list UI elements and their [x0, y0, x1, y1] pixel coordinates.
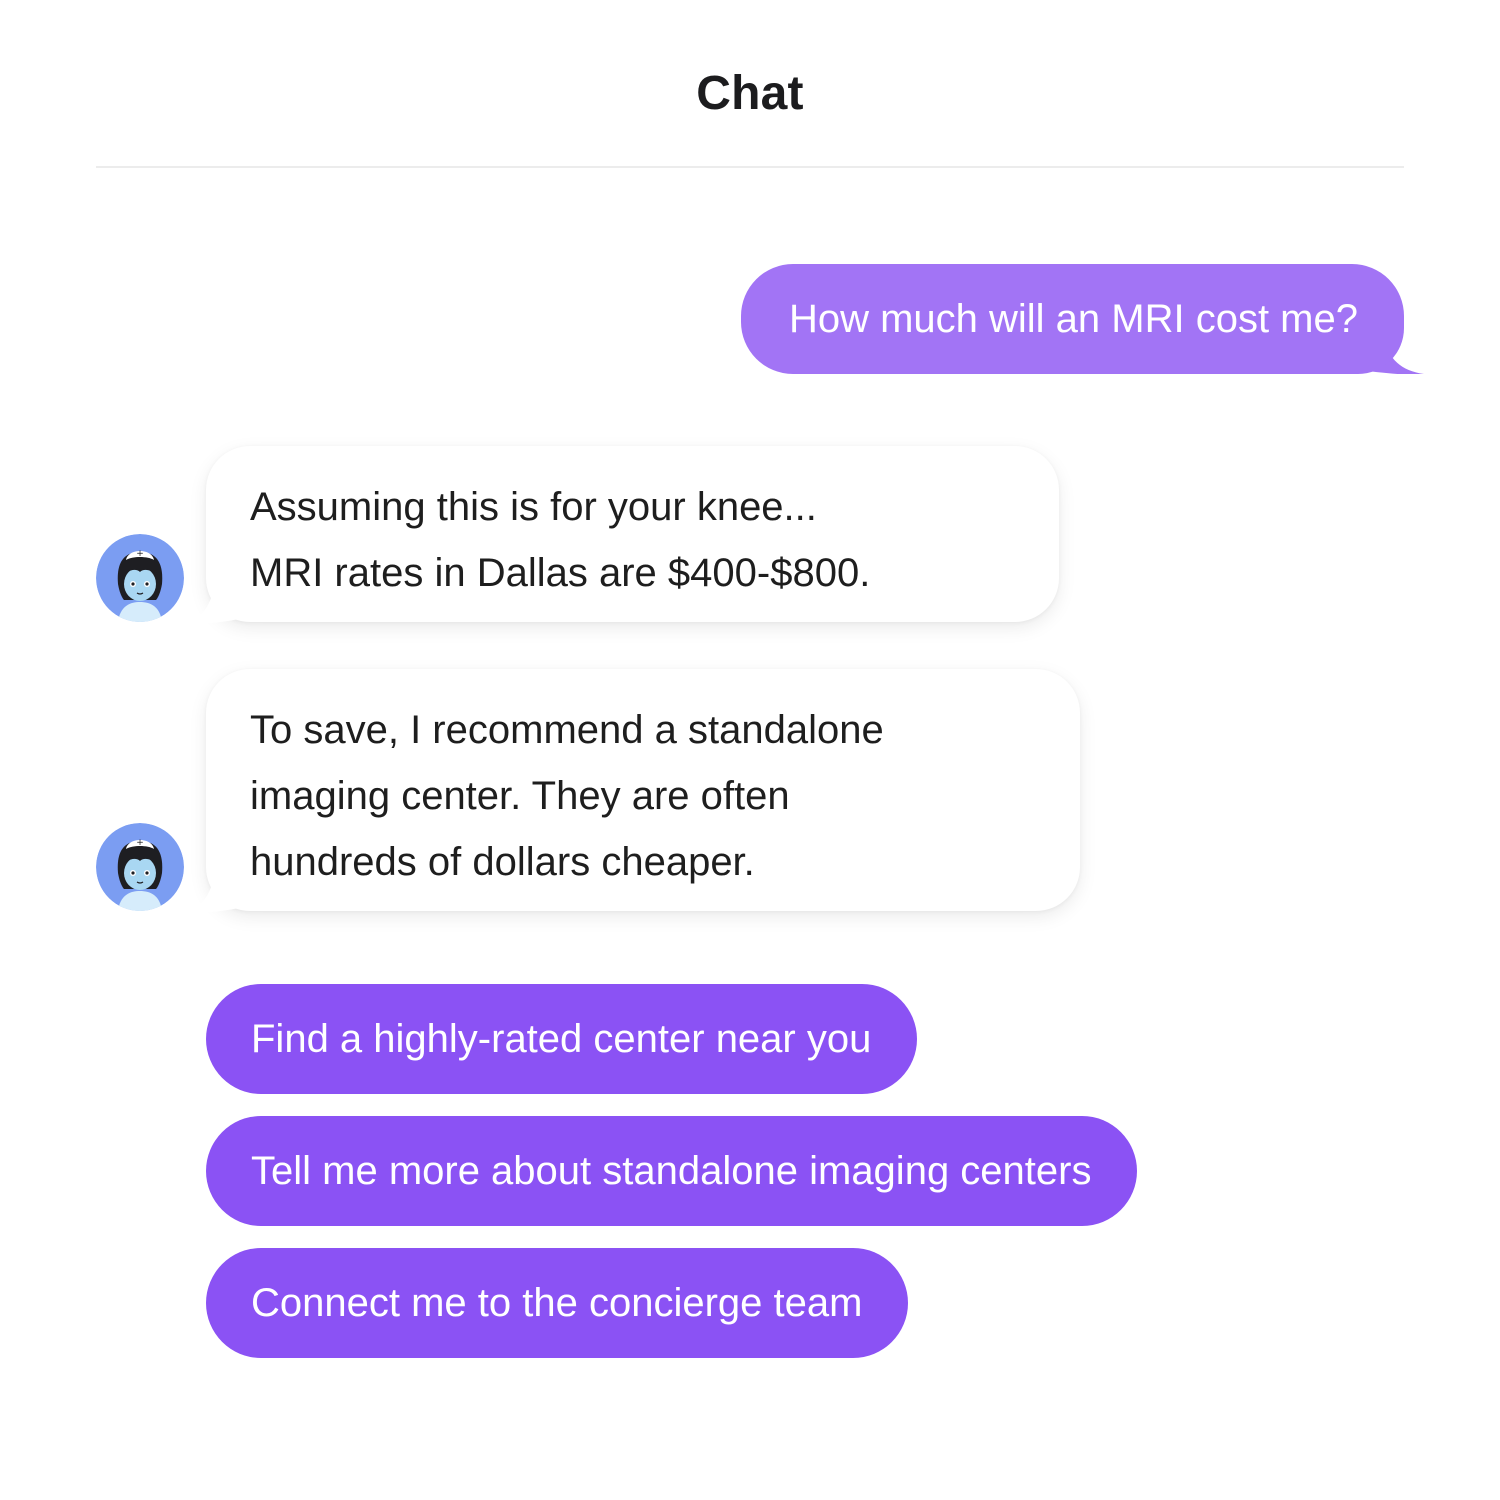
bot-message-line: MRI rates in Dallas are $400-$800.	[250, 551, 871, 595]
nurse-avatar-icon: +	[96, 823, 184, 911]
quick-reply-imaging-centers-button[interactable]: Tell me more about standalone imaging ce…	[206, 1116, 1138, 1226]
quick-reply-concierge-button[interactable]: Connect me to the concierge team	[206, 1248, 909, 1358]
svg-text:+: +	[136, 838, 144, 848]
svg-text:+: +	[136, 549, 144, 559]
page-title: Chat	[696, 67, 804, 120]
bot-message-bubble: Assuming this is for your knee... MRI ra…	[184, 446, 1059, 624]
header-divider	[96, 166, 1404, 168]
user-message: How much will an MRI cost me?	[740, 264, 1424, 374]
user-message-bubble: How much will an MRI cost me?	[740, 264, 1404, 374]
bot-message: + To save, I recommend a standalone imag…	[96, 669, 1080, 919]
bot-bubble-tail	[184, 578, 244, 624]
bot-message-line: Assuming this is for your knee...	[250, 485, 817, 529]
bot-message-line: hundreds of dollars cheaper.	[250, 840, 755, 884]
bot-message-line: To save, I recommend a standalone	[250, 708, 884, 752]
bot-bubble-tail	[184, 867, 244, 913]
nurse-avatar-icon: +	[96, 534, 184, 622]
quick-reply-list: Find a highly-rated center near you Tell…	[206, 984, 1138, 1380]
quick-reply-find-center-button[interactable]: Find a highly-rated center near you	[206, 984, 918, 1094]
bot-message: + Assuming this is for your knee... MRI …	[96, 446, 1059, 626]
bot-message-bubble: To save, I recommend a standalone imagin…	[184, 669, 1080, 913]
chat-screen: Chat How much will an MRI cost me? + Ass…	[0, 0, 1500, 1500]
bot-message-line: imaging center. They are often	[250, 774, 790, 818]
